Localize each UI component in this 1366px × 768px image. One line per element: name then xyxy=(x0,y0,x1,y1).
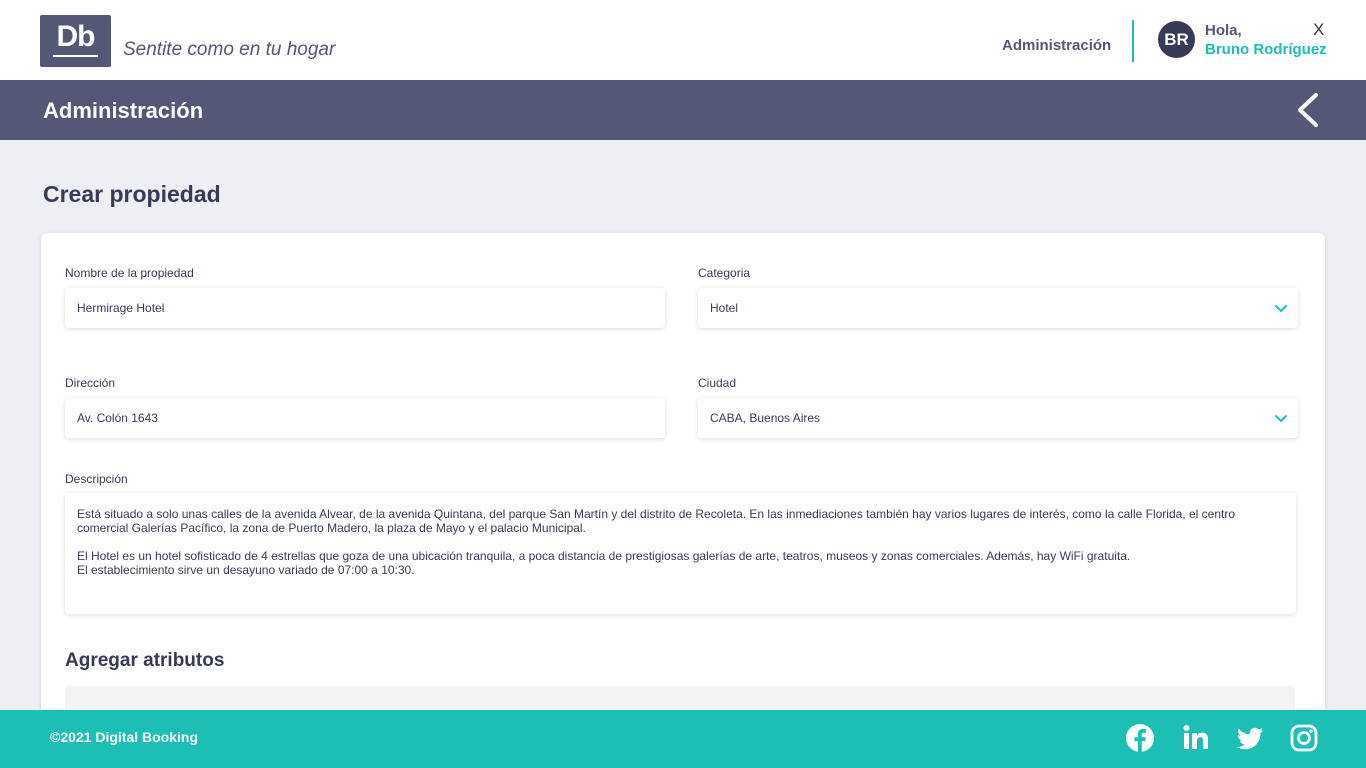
logo[interactable]: Db xyxy=(40,15,111,67)
facebook-icon[interactable] xyxy=(1125,723,1155,753)
instagram-icon[interactable] xyxy=(1289,723,1319,753)
slogan: Sentite como en tu hogar xyxy=(123,39,336,60)
avatar: BR xyxy=(1158,21,1195,58)
description-paragraph: El establecimiento sirve un desayuno var… xyxy=(77,563,415,577)
description-paragraph: El Hotel es un hotel sofisticado de 4 es… xyxy=(77,549,1131,563)
greeting: Hola, xyxy=(1205,22,1242,39)
attributes-title: Agregar atributos xyxy=(65,650,225,671)
logo-text: Db xyxy=(56,20,96,53)
city-select[interactable]: CABA, Buenos Aires xyxy=(698,398,1298,438)
category-select[interactable]: Hotel xyxy=(698,288,1298,328)
category-label: Categoria xyxy=(698,266,751,280)
chevron-down-icon xyxy=(1275,415,1287,423)
copyright: ©2021 Digital Booking xyxy=(50,729,199,745)
section-header: Administración xyxy=(0,80,1366,140)
twitter-icon[interactable] xyxy=(1235,723,1265,753)
nav-divider xyxy=(1132,20,1134,62)
page-title: Crear propiedad xyxy=(43,181,221,207)
nav-admin-link[interactable]: Administración xyxy=(1002,37,1111,54)
top-header: Db Sentite como en tu hogar Administraci… xyxy=(0,0,1366,80)
description-label: Descripción xyxy=(65,472,128,486)
city-label: Ciudad xyxy=(698,376,737,390)
linkedin-icon[interactable] xyxy=(1181,723,1211,753)
chevron-left-icon[interactable] xyxy=(1290,92,1326,128)
section-title: Administración xyxy=(43,98,204,123)
property-name-label: Nombre de la propiedad xyxy=(65,266,194,280)
user-name: Bruno Rodríguez xyxy=(1205,41,1327,58)
footer: ©2021 Digital Booking xyxy=(0,710,1366,768)
logout-close-button[interactable]: X xyxy=(1313,20,1324,40)
description-paragraph: Está situado a solo unas calles de la av… xyxy=(77,507,1235,535)
description-textarea[interactable]: Está situado a solo unas calles de la av… xyxy=(65,493,1296,614)
city-value: CABA, Buenos Aires xyxy=(710,411,821,425)
address-label: Dirección xyxy=(65,376,116,390)
logo-underline xyxy=(53,55,98,57)
category-value: Hotel xyxy=(710,301,739,315)
address-input[interactable]: Av. Colón 1643 xyxy=(65,398,665,438)
chevron-down-icon xyxy=(1275,305,1287,313)
property-name-input[interactable]: Hermirage Hotel xyxy=(65,288,665,328)
